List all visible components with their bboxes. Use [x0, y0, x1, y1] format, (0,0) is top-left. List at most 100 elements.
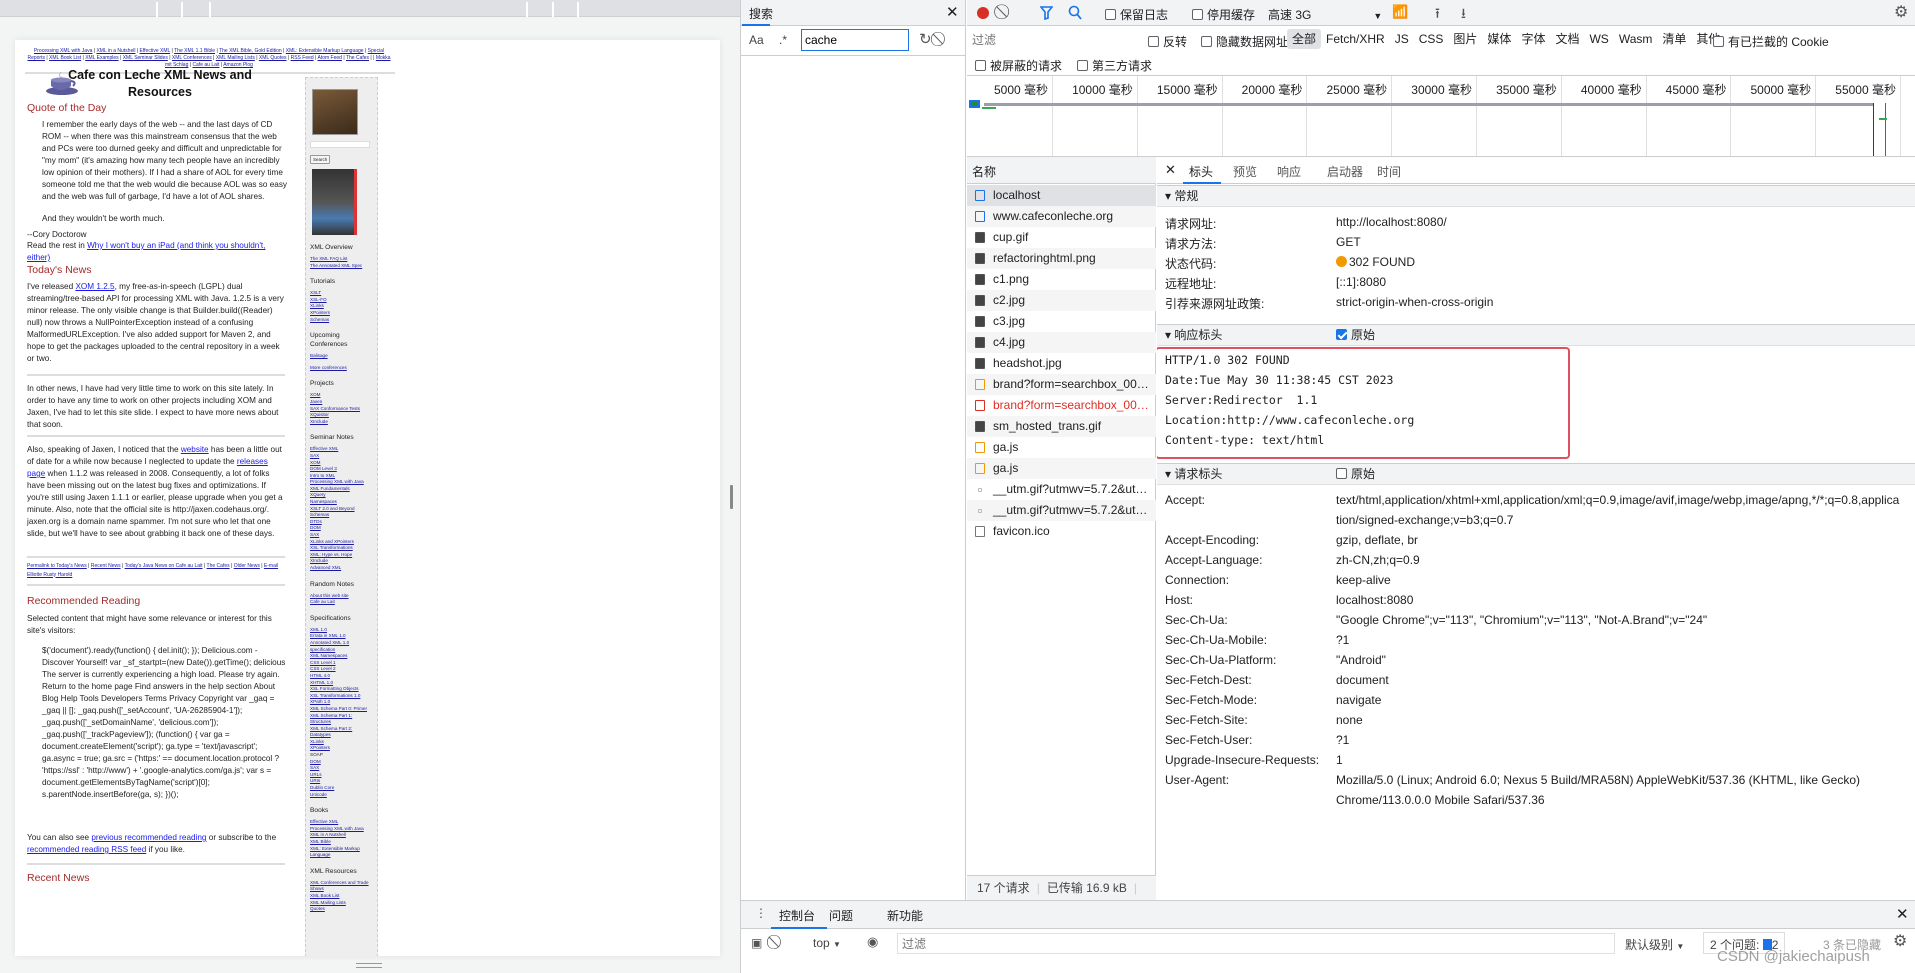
sidebar-link[interactable]: XOM — [310, 460, 373, 467]
tab-search[interactable]: 搜索 — [749, 5, 773, 22]
refresh-icon[interactable]: ↻ — [919, 30, 932, 48]
type-filter-10[interactable]: 清单 — [1657, 29, 1691, 49]
tab-detail-3[interactable]: 启动器 — [1327, 163, 1363, 180]
top-nav-link[interactable]: RSS Feed — [291, 55, 314, 61]
sidebar-link[interactable]: XML Bible — [310, 839, 373, 846]
sidebar-link[interactable]: XML Conferences and Trade Shows — [310, 880, 373, 893]
sidebar-link[interactable]: XOM — [310, 392, 373, 399]
top-nav-link[interactable]: XML Conferences — [172, 55, 212, 61]
sidebar-link[interactable]: XSLT — [310, 290, 373, 297]
type-filter-6[interactable]: 字体 — [1516, 29, 1550, 49]
request-row[interactable]: localhost — [967, 185, 1156, 206]
news-footer-link[interactable]: Older News — [234, 563, 260, 569]
log-level-select[interactable]: 默认级别 ▼ — [1625, 936, 1684, 953]
tab-detail-4[interactable]: 时间 — [1377, 163, 1401, 180]
top-nav-link[interactable]: Atom Feed — [317, 55, 341, 61]
type-filter-5[interactable]: 媒体 — [1482, 29, 1516, 49]
sidebar-link[interactable]: XML Mailing Lists — [310, 900, 373, 907]
sidebar-link[interactable]: Jaxen — [310, 399, 373, 406]
request-headers-section-header[interactable]: ▾ 请求标头 原始 — [1157, 463, 1915, 485]
tab-detail-1[interactable]: 预览 — [1233, 163, 1257, 180]
sidebar-link[interactable]: XML Schema Part 0: Primer — [310, 706, 373, 713]
throttle-select[interactable]: 高速 3G ▼ — [1268, 6, 1382, 23]
sidebar-link[interactable]: XML: Hype vs. Hope — [310, 552, 373, 559]
regex-button[interactable]: .* — [779, 33, 787, 47]
sidebar-link[interactable]: Namespaces — [310, 499, 373, 506]
type-filter-1[interactable]: Fetch/XHR — [1321, 29, 1390, 49]
search-input[interactable] — [801, 29, 909, 51]
tab-detail-0[interactable]: 标头 — [1189, 163, 1213, 180]
sidebar-link[interactable]: Quotes — [310, 906, 373, 913]
sidebar-link[interactable]: Dublin Core — [310, 785, 373, 792]
raw-checkbox[interactable]: 原始 — [1336, 464, 1375, 485]
sidebar-link[interactable]: SAX Conformance Tests — [310, 406, 373, 413]
request-row[interactable]: www.cafeconleche.org — [967, 206, 1156, 227]
import-har-icon[interactable]: ⭱ — [1435, 3, 1440, 27]
sidebar-link[interactable]: Effective XML — [310, 446, 373, 453]
live-expression-eye-icon[interactable]: ◉ — [867, 934, 878, 950]
sidebar-link[interactable]: HTML 4.0 — [310, 673, 373, 680]
request-row[interactable]: __utm.gif?utmwv=5.7.2&ut… — [967, 479, 1156, 500]
more-menu-icon[interactable]: ⋮ — [755, 906, 767, 920]
type-filter-3[interactable]: CSS — [1414, 29, 1449, 49]
sidebar-link[interactable]: Intro to XML — [310, 473, 373, 480]
sidebar-link[interactable]: SAX — [310, 532, 373, 539]
sidebar-link[interactable]: CSS Level 2 — [310, 666, 373, 673]
news-footer-link[interactable]: Today's Java News on Cafe au Lait — [125, 563, 203, 569]
sidebar-link[interactable]: Unicode — [310, 792, 373, 799]
sidebar-link[interactable]: The Annotated XML Spec — [310, 263, 373, 270]
sidebar-link[interactable]: XInclude — [310, 419, 373, 426]
request-row[interactable]: headshot.jpg — [967, 353, 1156, 374]
type-filter-2[interactable]: JS — [1390, 29, 1414, 49]
bottom-resize-handle[interactable] — [356, 963, 382, 968]
news-footer-link[interactable]: Recent News — [91, 563, 121, 569]
request-row[interactable]: __utm.gif?utmwv=5.7.2&ut… — [967, 500, 1156, 521]
export-har-icon[interactable]: ⭳ — [1461, 3, 1466, 27]
sidebar-link[interactable]: XML in A Nutshell — [310, 832, 373, 839]
type-filter-0[interactable]: 全部 — [1287, 29, 1322, 49]
request-row[interactable]: c3.jpg — [967, 311, 1156, 332]
filter-input[interactable] — [969, 30, 1134, 50]
blocked-cookies-checkbox[interactable]: 有已拦截的 Cookie — [1713, 33, 1829, 50]
sidebar-link[interactable]: CSS Level 1 — [310, 660, 373, 667]
tab-detail-2[interactable]: 响应 — [1277, 163, 1301, 180]
request-row[interactable]: sm_hosted_trans.gif — [967, 416, 1156, 437]
context-select[interactable]: top ▼ — [813, 936, 841, 950]
sidebar-link[interactable]: SAX — [310, 453, 373, 460]
sidebar-link[interactable]: DOM — [310, 525, 373, 532]
type-filter-9[interactable]: Wasm — [1614, 29, 1658, 49]
news-footer-link[interactable]: Permalink to Today's News — [27, 563, 87, 569]
top-nav-link[interactable]: Processing XML with Java — [34, 48, 92, 54]
request-row[interactable]: refactoringhtml.png — [967, 248, 1156, 269]
sidebar-link[interactable]: Effective XML — [310, 819, 373, 826]
request-row[interactable]: ga.js — [967, 437, 1156, 458]
sidebar-link[interactable]: Errata in XML 1.0 — [310, 633, 373, 640]
sidebar-link[interactable]: XHTML 1.0 — [310, 680, 373, 687]
request-row[interactable]: ga.js — [967, 458, 1156, 479]
sidebar-link[interactable]: Advanced XML — [310, 565, 373, 572]
sidebar-link[interactable]: DOM Level 3 — [310, 466, 373, 473]
disable-cache-checkbox[interactable]: 停用缓存 — [1192, 6, 1255, 23]
top-nav-link[interactable]: Effective XML — [140, 48, 171, 54]
request-row[interactable]: favicon.ico — [967, 521, 1156, 542]
request-row[interactable]: cup.gif — [967, 227, 1156, 248]
top-nav-link[interactable]: The XML Bible, Gold Edition — [219, 48, 282, 54]
sidebar-link[interactable]: Processing XML with Java — [310, 479, 373, 486]
sidebar-link[interactable]: The XML FAQ List — [310, 256, 373, 263]
sidebar-link[interactable]: XSL Transformations — [310, 545, 373, 552]
sidebar-link[interactable]: XInclude — [310, 558, 373, 565]
request-row[interactable]: c2.jpg — [967, 290, 1156, 311]
top-nav-link[interactable]: XML in a Nutshell — [96, 48, 135, 54]
sidebar-link[interactable]: Annotated XML 1.0 specification — [310, 640, 373, 653]
sidebar-link[interactable]: DOM — [310, 759, 373, 766]
hide-data-urls-checkbox[interactable]: 隐藏数据网址 — [1201, 33, 1288, 50]
sidebar-link[interactable]: Cafe au Lait — [310, 599, 373, 606]
type-filter-7[interactable]: 文档 — [1550, 29, 1584, 49]
search-input[interactable] — [310, 141, 370, 148]
sidebar-link[interactable]: DTDs — [310, 519, 373, 526]
sidebar-link[interactable]: Processing XML with Java — [310, 826, 373, 833]
xom-link[interactable]: XOM 1.2.5 — [75, 282, 114, 291]
third-party-checkbox[interactable]: 第三方请求 — [1077, 57, 1152, 74]
sidebar-link[interactable]: XLinks and XPointers — [310, 539, 373, 546]
match-case-button[interactable]: Aa — [749, 33, 764, 47]
